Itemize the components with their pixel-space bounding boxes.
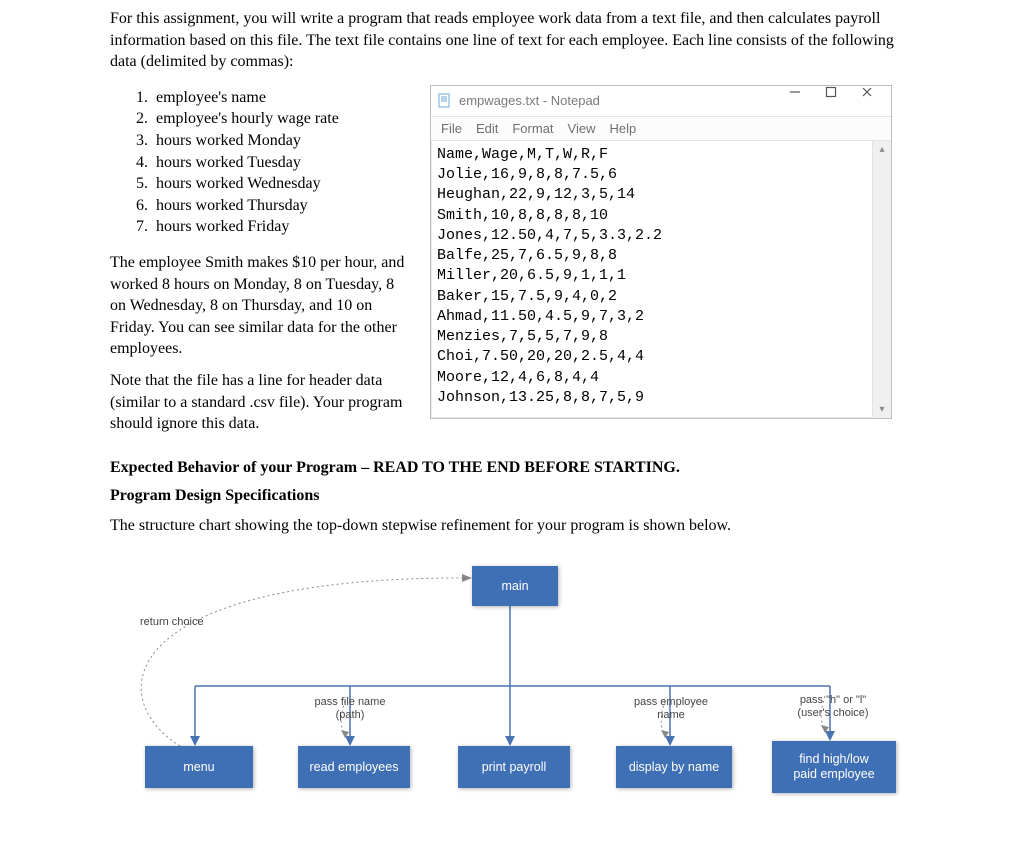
chart-box-display-by-name: display by name — [616, 746, 732, 788]
field-item: hours worked Tuesday — [152, 152, 410, 174]
notepad-icon — [437, 93, 453, 109]
field-item: hours worked Thursday — [152, 195, 410, 217]
notepad-titlebar[interactable]: empwages.txt - Notepad — [431, 86, 891, 117]
menu-format[interactable]: Format — [508, 119, 557, 138]
field-item: hours worked Friday — [152, 216, 410, 238]
chart-label-pass-employee: pass employee name — [626, 696, 716, 722]
smith-paragraph: The employee Smith makes $10 per hour, a… — [110, 252, 410, 360]
chart-label-pass-file: pass file name (path) — [310, 696, 390, 722]
field-item: hours worked Wednesday — [152, 173, 410, 195]
menu-help[interactable]: Help — [605, 119, 640, 138]
chart-box-print-payroll: print payroll — [458, 746, 570, 788]
notepad-menubar: File Edit Format View Help — [431, 117, 891, 141]
menu-edit[interactable]: Edit — [472, 119, 502, 138]
structure-chart: main return choice pass file name (path)… — [110, 546, 910, 786]
field-list: employee's name employee's hourly wage r… — [110, 87, 410, 238]
minimize-icon[interactable] — [777, 86, 813, 116]
chart-intro-paragraph: The structure chart showing the top-down… — [110, 515, 914, 537]
menu-view[interactable]: View — [564, 119, 600, 138]
header-note-paragraph: Note that the file has a line for header… — [110, 370, 410, 435]
menu-file[interactable]: File — [437, 119, 466, 138]
close-icon[interactable] — [849, 86, 885, 116]
scroll-up-icon[interactable]: ▴ — [879, 141, 884, 158]
field-item: employee's hourly wage rate — [152, 108, 410, 130]
maximize-icon[interactable] — [813, 86, 849, 116]
notepad-title: empwages.txt - Notepad — [459, 93, 777, 108]
intro-paragraph: For this assignment, you will write a pr… — [110, 8, 914, 73]
expected-behavior-heading: Expected Behavior of your Program – READ… — [110, 459, 914, 477]
chart-box-read-employees: read employees — [298, 746, 410, 788]
notepad-window: empwages.txt - Notepad File Edit Format — [430, 85, 892, 419]
scroll-down-icon[interactable]: ▾ — [879, 401, 884, 418]
chart-label-pass-hl: pass "h" or "l" (user's choice) — [788, 694, 878, 720]
design-spec-heading: Program Design Specifications — [110, 487, 914, 505]
chart-box-menu: menu — [145, 746, 253, 788]
chart-box-find-high-low: find high/low paid employee — [772, 741, 896, 793]
notepad-scrollbar[interactable]: ▴ ▾ — [872, 141, 891, 418]
field-item: hours worked Monday — [152, 130, 410, 152]
field-item: employee's name — [152, 87, 410, 109]
chart-box-main: main — [472, 566, 558, 606]
notepad-text-area[interactable]: Name,Wage,M,T,W,R,F Jolie,16,9,8,8,7.5,6… — [431, 141, 872, 418]
chart-label-return-choice: return choice — [140, 616, 204, 629]
